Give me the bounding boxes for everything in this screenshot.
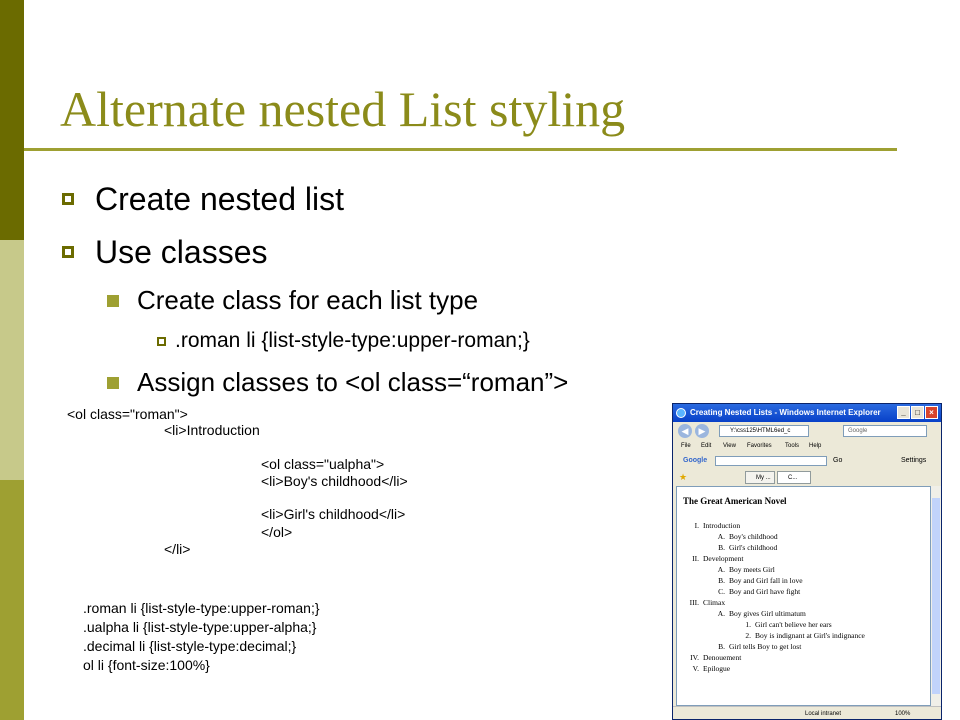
minimize-button[interactable]: _ — [897, 406, 910, 419]
list-item: B. Girl's childhood — [718, 543, 778, 552]
browser-window-title: Creating Nested Lists - Windows Internet… — [690, 408, 881, 417]
list-item: IV. Denouement — [690, 653, 742, 662]
tab-row: ★ My ... C... — [673, 469, 941, 486]
status-bar: Local intranet 100% — [673, 706, 941, 719]
browser-page-content: The Great American Novel I. Introduction … — [676, 486, 931, 706]
side-bar-top — [0, 0, 24, 240]
menu-edit[interactable]: Edit — [701, 440, 711, 453]
menu-file[interactable]: File — [681, 440, 691, 453]
square-bullet-icon — [62, 246, 74, 258]
side-bar-middle — [0, 240, 24, 480]
scrollbar-thumb[interactable] — [932, 498, 940, 694]
square-bullet-icon — [157, 337, 166, 346]
close-button[interactable]: × — [925, 406, 938, 419]
list-item: C. Boy and Girl have fight — [718, 587, 801, 596]
code-html-line: </li> — [164, 541, 191, 557]
back-arrow-icon[interactable]: ◀ — [678, 424, 692, 438]
code-html-line: <li>Girl's childhood</li> — [261, 506, 406, 522]
google-logo: Google — [683, 457, 708, 464]
menu-favorites[interactable]: Favorites — [747, 440, 772, 453]
code-html-line: <li>Introduction — [164, 422, 260, 438]
filled-square-bullet-icon — [107, 377, 119, 389]
slide-title: Alternate nested List styling — [60, 81, 626, 137]
list-item: V. Epilogue — [692, 664, 731, 673]
tab-current[interactable]: C... — [777, 471, 811, 484]
menu-view[interactable]: View — [723, 440, 736, 453]
side-bar-bottom — [0, 480, 24, 720]
code-html-line: <ol class="roman"> — [67, 406, 188, 422]
list-item: B. Boy and Girl fall in love — [718, 576, 803, 585]
bullet-text: Create nested list — [95, 181, 345, 217]
list-item: 1. Girl can't believe her ears — [745, 620, 832, 629]
browser-window-screenshot: Creating Nested Lists - Windows Internet… — [672, 403, 942, 720]
settings-button[interactable]: Settings — [901, 453, 926, 469]
vertical-scrollbar[interactable] — [931, 486, 941, 706]
list-item: A. Boy's childhood — [717, 532, 778, 541]
code-html-line: <ol class="ualpha"> — [261, 456, 385, 472]
go-button[interactable]: Go — [833, 453, 842, 469]
menu-help[interactable]: Help — [809, 440, 821, 453]
menu-tools[interactable]: Tools — [785, 440, 799, 453]
bullet-text: Use classes — [95, 234, 268, 270]
code-css-line: .ualpha li {list-style-type:upper-alpha;… — [83, 619, 317, 635]
address-input[interactable]: Y:\css125\HTML6ed_c — [719, 425, 809, 437]
square-bullet-icon — [62, 193, 74, 205]
code-css-line: .decimal li {list-style-type:decimal;} — [83, 638, 297, 654]
menu-bar: File Edit View Favorites Tools Help — [673, 440, 941, 453]
sub-bullet-text: Create class for each list type — [137, 285, 479, 315]
code-css-line: ol li {font-size:100%} — [83, 657, 210, 673]
address-bar-row: ◀ ▶ Y:\css125\HTML6ed_c Google — [673, 422, 941, 440]
google-toolbar: Google Go Settings — [673, 453, 941, 469]
zoom-level[interactable]: 100% — [895, 707, 910, 719]
favorites-star-icon[interactable]: ★ — [679, 469, 687, 486]
list-item: 2. Boy is indignant at Girl's indignance — [745, 631, 865, 640]
list-item: B. Girl tells Boy to get lost — [718, 642, 802, 651]
maximize-button[interactable]: □ — [911, 406, 924, 419]
tab-my[interactable]: My ... — [745, 471, 775, 484]
list-item: I. Introduction — [694, 521, 741, 530]
list-item: A. Boy meets Girl — [717, 565, 775, 574]
sub-sub-bullet-text: .roman li {list-style-type:upper-roman;} — [175, 329, 530, 352]
search-input[interactable]: Google — [843, 425, 927, 437]
code-html-line: </ol> — [261, 524, 293, 540]
title-divider — [24, 148, 897, 151]
code-html-line: <li>Boy's childhood</li> — [261, 473, 408, 489]
list-item: II. Development — [692, 554, 744, 563]
list-item: III. Climax — [689, 598, 726, 607]
status-zone: Local intranet — [805, 711, 842, 717]
browser-title-bar: Creating Nested Lists - Windows Internet… — [673, 404, 941, 422]
forward-arrow-icon[interactable]: ▶ — [695, 424, 709, 438]
ie-logo-icon — [676, 408, 686, 418]
filled-square-bullet-icon — [107, 295, 119, 307]
sub-bullet-text: Assign classes to <ol class=“roman”> — [137, 367, 569, 397]
list-item: A. Boy gives Girl ultimatum — [717, 609, 806, 618]
code-css-line: .roman li {list-style-type:upper-roman;} — [83, 600, 320, 616]
google-search-input[interactable] — [715, 456, 827, 466]
page-heading: The Great American Novel — [683, 496, 787, 506]
